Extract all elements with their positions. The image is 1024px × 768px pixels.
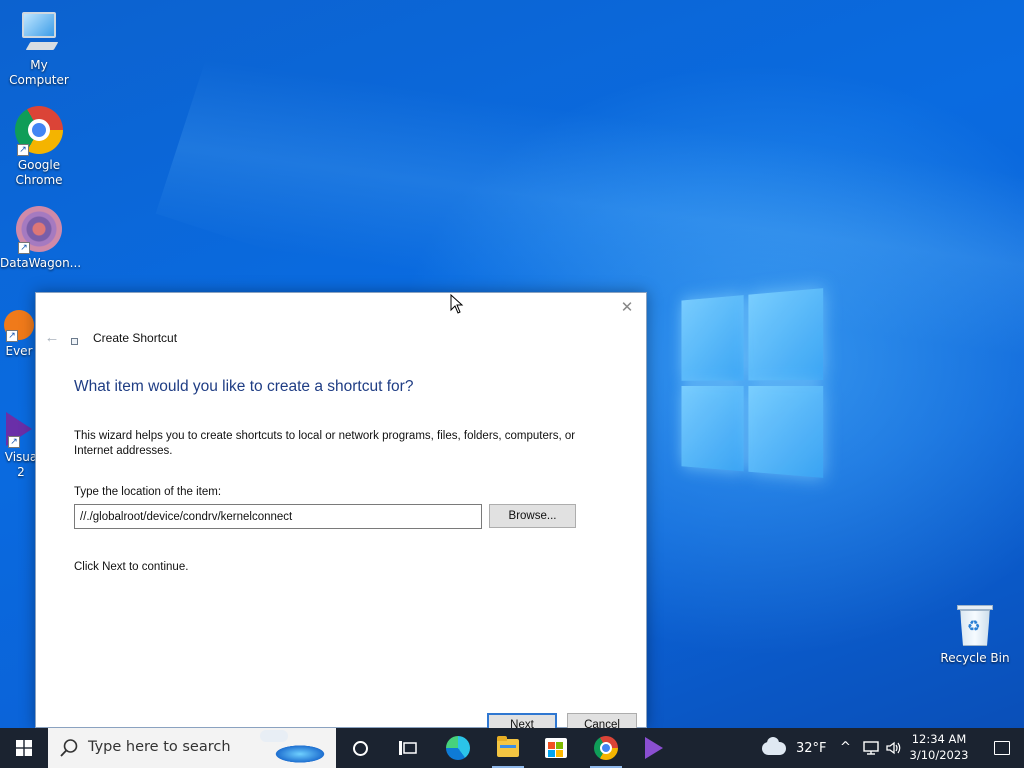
desktop-icon-label: Google Chrome [15,158,63,187]
notification-icon [994,741,1010,755]
visual-studio-icon [643,737,665,759]
location-input[interactable] [74,504,482,529]
windows-logo-wallpaper [681,288,825,484]
action-center-button[interactable] [980,728,1024,768]
taskbar-visual-studio[interactable] [630,728,678,768]
taskbar: Type here to search 32°F ^ 12:34 AM 3/10… [0,728,1024,768]
visual-studio-icon: ↗ [6,412,36,448]
start-button[interactable] [0,728,48,768]
dialog-heading: What item would you like to create a sho… [74,378,414,395]
desktop-icon-label: My Computer [9,58,69,87]
edge-icon [446,736,470,760]
taskbar-chrome[interactable] [582,728,630,768]
taskbar-edge[interactable] [434,728,482,768]
chrome-icon [594,736,618,760]
cloud-icon [762,736,786,755]
shortcut-wizard-icon [71,338,78,345]
desktop-icon-datawagon[interactable]: ↗ DataWagon... [0,206,82,271]
volume-icon[interactable] [885,740,903,756]
back-arrow-icon[interactable]: ← [42,329,62,347]
taskbar-file-explorer[interactable] [484,728,532,768]
cortana-icon [352,740,368,756]
weather-widget[interactable]: 32°F [762,728,827,768]
location-label: Type the location of the item: [74,486,222,498]
search-placeholder: Type here to search [88,739,231,755]
search-icon [60,739,78,757]
shortcut-arrow-icon: ↗ [17,144,29,156]
dialog-title: Create Shortcut [93,331,178,345]
task-view-icon [399,741,417,755]
shortcut-arrow-icon: ↗ [18,242,30,254]
taskbar-task-view[interactable] [384,728,432,768]
datawagon-icon: ↗ [16,206,62,254]
clock[interactable]: 12:34 AM 3/10/2023 [904,731,974,763]
shortcut-arrow-icon: ↗ [8,436,20,448]
chevron-up-icon[interactable]: ^ [840,740,851,756]
desktop-icon-google-chrome[interactable]: ↗ Google Chrome [0,106,78,188]
taskbar-search-box[interactable]: Type here to search [48,728,336,768]
windows-start-icon [16,740,32,756]
desktop-icon-label: DataWagon... [0,256,82,270]
browse-button[interactable]: Browse... [489,504,576,528]
desktop-icon-label: Recycle Bin [940,651,1010,665]
create-shortcut-dialog: ✕ ← Create Shortcut What item would you … [35,292,647,737]
desktop-icon-recycle-bin[interactable]: ♻ Recycle Bin [936,603,1014,666]
taskbar-cortana[interactable] [336,728,384,768]
recycle-bin-icon: ♻ [955,603,995,647]
continue-text: Click Next to continue. [74,561,189,573]
file-explorer-icon [497,736,519,757]
microsoft-store-icon [545,738,567,758]
clock-time: 12:34 AM [911,732,967,746]
close-icon[interactable]: ✕ [616,297,638,319]
everything-icon: ↗ [4,310,34,342]
dialog-description: This wizard helps you to create shortcut… [74,430,576,457]
weather-temperature: 32°F [796,740,827,756]
chrome-icon: ↗ [15,106,63,156]
clock-date: 3/10/2023 [909,748,969,762]
shortcut-arrow-icon: ↗ [6,330,18,342]
desktop-icon-my-computer[interactable]: My Computer [0,10,78,88]
taskbar-microsoft-store[interactable] [532,728,580,768]
computer-icon [16,10,62,54]
network-icon[interactable] [862,740,880,756]
